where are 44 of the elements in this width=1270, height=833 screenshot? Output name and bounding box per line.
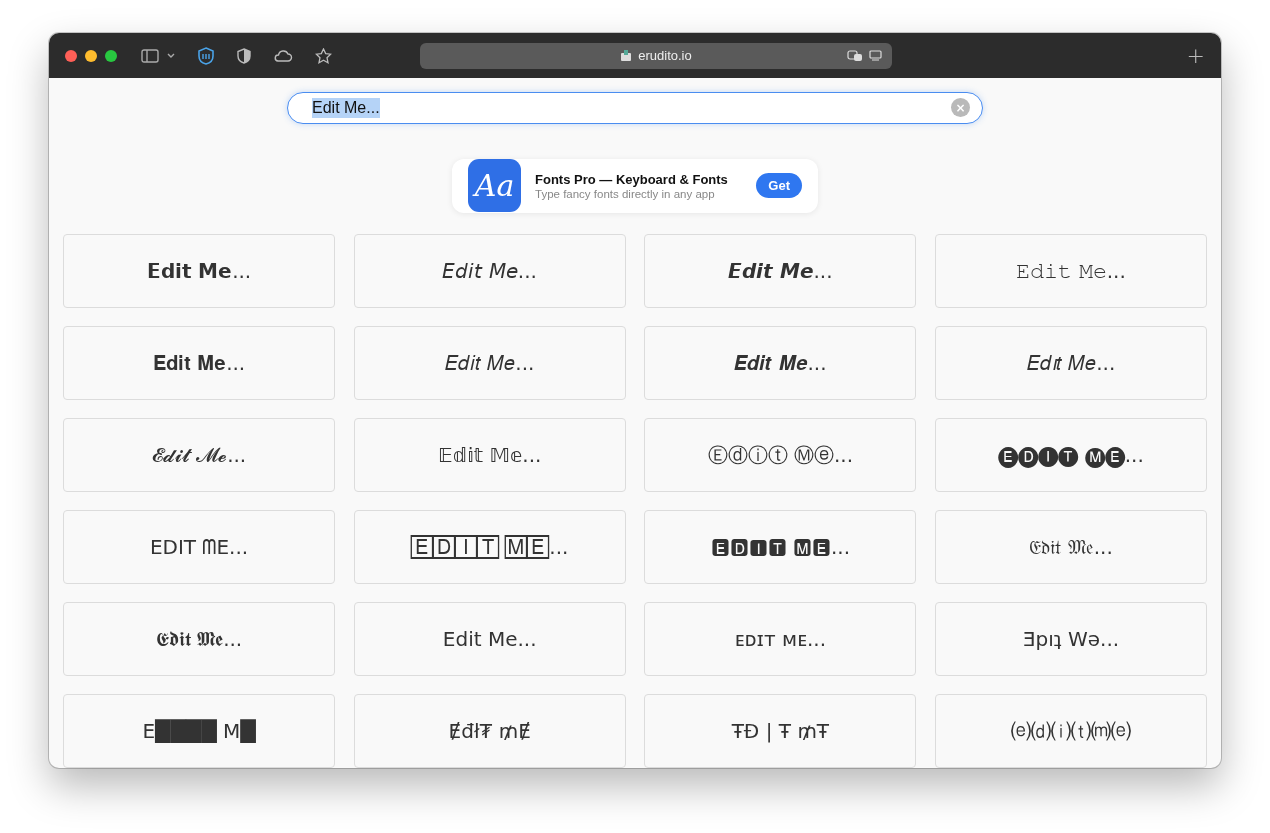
search-field[interactable]: Edit Me... ×	[287, 92, 983, 124]
ad-title: Fonts Pro — Keyboard & Fonts	[535, 171, 729, 187]
app-icon: Aa	[468, 159, 521, 213]
shield-icon[interactable]	[237, 47, 251, 64]
font-style-card[interactable]: Ⓔⓓⓘⓣ Ⓜⓔ...	[644, 418, 917, 492]
font-style-card[interactable]: 𝔈𝔡𝔦𝔱 𝔐𝔢...	[935, 510, 1208, 584]
font-style-card[interactable]: Ɇđł₮ ₥Ɇ	[353, 694, 626, 768]
font-style-card[interactable]: 𝙀𝙙𝙞𝙩 𝙈𝙚...	[644, 234, 917, 308]
font-style-card[interactable]: ⒠⒟⒤⒯⒨⒠	[935, 694, 1208, 768]
get-button[interactable]: Get	[756, 173, 802, 199]
font-style-card[interactable]: 🄴🄳🄸🅃 🄼🄴...	[353, 510, 626, 584]
font-style-card[interactable]: 𝐸𝑑𝑖𝑡 𝑀𝑒...	[353, 326, 626, 400]
sidebar-icon[interactable]	[141, 48, 159, 63]
zoom-window-button[interactable]	[105, 49, 117, 62]
url-text: erudito.io	[638, 48, 692, 63]
font-style-card[interactable]: 🅔🅓🅘🅣 🅜🅔...	[935, 418, 1208, 492]
ad-subtitle: Type fancy fonts directly in any app	[535, 187, 716, 200]
font-style-card[interactable]: 𝑬𝒅𝒊𝒕 𝑴𝒆...	[644, 326, 917, 400]
font-style-card[interactable]: Ǝpıʇ Wǝ...	[935, 602, 1208, 676]
font-style-card[interactable]: 𝘌𝘥𝘪𝘵 𝘔𝘦...	[353, 234, 626, 308]
font-style-card[interactable]: 𝔼𝕕𝕚𝕥 𝕄𝕖...	[353, 418, 626, 492]
address-bar[interactable]: erudito.io	[420, 42, 892, 69]
font-style-card[interactable]: Edit Me...	[353, 602, 626, 676]
font-style-card[interactable]: ᴇᴅɪᴛ ᴍᴇ...	[644, 602, 917, 676]
cloud-icon[interactable]	[273, 49, 293, 62]
translate-icon[interactable]	[847, 49, 863, 62]
font-style-card[interactable]: 𝕰𝖉𝖎𝖙 𝕸𝖊...	[63, 602, 335, 676]
reader-icon[interactable]	[869, 49, 882, 62]
close-window-button[interactable]	[65, 49, 77, 62]
font-style-card[interactable]: ŦĐ | Ŧ ₥Ŧ	[644, 694, 917, 768]
chevron-down-icon[interactable]	[167, 52, 175, 59]
star-icon[interactable]	[315, 47, 332, 64]
font-style-card[interactable]: E████ M█	[63, 694, 335, 768]
font-style-card[interactable]: 🅴🅳🅸🆃 🅼🅴...	[644, 510, 917, 584]
minimize-window-button[interactable]	[85, 49, 97, 62]
font-style-card[interactable]: 𝙴𝚍𝚒𝚝 𝙼𝚎...	[935, 234, 1208, 308]
site-icon	[620, 49, 633, 62]
font-style-card[interactable]: 𝗘𝗱𝗶𝘁 𝗠𝗲...	[63, 234, 335, 308]
font-style-card[interactable]: 𝐄𝐝𝐢𝐭 𝐌𝐞...	[63, 326, 335, 400]
font-style-card[interactable]: EDIT ᗰE...	[63, 510, 335, 584]
font-style-card[interactable]: 𝓔𝓭𝓲𝓽 𝓜𝓮...	[63, 418, 335, 492]
font-style-card[interactable]: 𝐸𝑑𝚤𝑡 𝑀𝑒...	[935, 326, 1208, 400]
new-tab-button[interactable]: +	[1186, 44, 1205, 67]
shield-extension-icon[interactable]	[197, 46, 215, 65]
